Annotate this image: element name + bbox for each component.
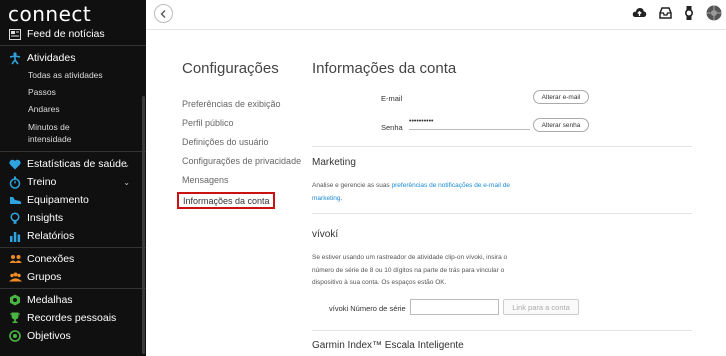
sidebar-item-feed[interactable]: Feed de notícias bbox=[8, 25, 140, 43]
sidebar-item-goals[interactable]: Objetivos bbox=[8, 327, 140, 345]
sidebar-divider bbox=[0, 45, 146, 46]
sidebar-item-personal-records[interactable]: Recordes pessoais bbox=[8, 309, 140, 327]
sidebar-item-label: Treino bbox=[27, 176, 57, 188]
people-icon bbox=[8, 252, 22, 266]
settings-title: Configurações bbox=[182, 60, 279, 77]
link-to-account-button[interactable]: Link para a conta bbox=[503, 299, 579, 315]
sidebar-item-label: Grupos bbox=[27, 271, 62, 283]
serial-number-label: vívoki Número de série bbox=[329, 304, 406, 313]
marketing-text: Analise e gerencie as suas preferências … bbox=[312, 180, 527, 205]
inbox-icon[interactable] bbox=[659, 7, 672, 19]
sidebar-divider bbox=[0, 247, 146, 248]
sidebar-item-label: Estatísticas de saúde bbox=[27, 158, 127, 170]
menu-display-preferences[interactable]: Preferências de exibição bbox=[182, 99, 281, 109]
marketing-text-after: . bbox=[340, 194, 343, 202]
vivoki-text: Se estiver usando um rastreador de ativi… bbox=[312, 254, 508, 286]
menu-messages[interactable]: Mensagens bbox=[182, 175, 229, 185]
watch-icon[interactable] bbox=[684, 6, 694, 20]
stopwatch-icon bbox=[8, 175, 22, 189]
sidebar-item-label: Atividades bbox=[27, 52, 76, 64]
sidebar-item-groups[interactable]: Grupos bbox=[8, 268, 140, 286]
sidebar-item-label: Relatórios bbox=[27, 230, 75, 242]
menu-account-information[interactable]: Informações da conta bbox=[177, 192, 275, 209]
sidebar-item-label: Recordes pessoais bbox=[27, 312, 117, 324]
sidebar-item-label: Objetivos bbox=[27, 330, 71, 342]
heart-icon bbox=[8, 157, 22, 171]
change-password-button[interactable]: Alterar senha bbox=[533, 118, 589, 132]
serial-number-input[interactable] bbox=[410, 299, 499, 315]
sidebar-sub-floors[interactable]: Andares bbox=[28, 103, 60, 115]
sidebar-item-connections[interactable]: Conexões bbox=[8, 250, 140, 268]
sidebar-item-reports[interactable]: Relatórios bbox=[8, 227, 140, 245]
top-icons bbox=[632, 5, 722, 21]
sidebar-sub-all-activities[interactable]: Todas as atividades bbox=[28, 69, 103, 81]
sidebar-item-insights[interactable]: Insights bbox=[8, 209, 140, 227]
password-label: Senha bbox=[381, 123, 403, 132]
menu-public-profile[interactable]: Perfil público bbox=[182, 118, 234, 128]
newspaper-icon bbox=[8, 27, 22, 41]
sidebar-item-label: Insights bbox=[27, 212, 64, 224]
sidebar-item-training[interactable]: Treino ⌄ bbox=[8, 173, 140, 191]
cloud-upload-icon[interactable] bbox=[632, 7, 647, 19]
chevron-left-icon bbox=[160, 9, 166, 18]
trophy-icon bbox=[8, 311, 22, 325]
bar-chart-icon bbox=[8, 229, 22, 243]
shoe-icon bbox=[8, 193, 22, 207]
sidebar-item-health-stats[interactable]: Estatísticas de saúde ⌄ bbox=[8, 155, 140, 173]
change-email-button[interactable]: Alterar e-mail bbox=[533, 90, 589, 104]
group-icon bbox=[8, 270, 22, 284]
top-bar bbox=[146, 0, 726, 30]
sidebar-sub-intensity-minutes[interactable]: Minutos de intensidade bbox=[28, 121, 108, 145]
avatar[interactable] bbox=[706, 5, 722, 21]
sidebar: connect Feed de notícias Atividades Toda… bbox=[0, 0, 146, 356]
vivoki-title: vívokí bbox=[312, 229, 339, 240]
marketing-title: Marketing bbox=[312, 157, 356, 168]
password-field[interactable]: •••••••••• bbox=[409, 118, 530, 130]
sidebar-item-gear[interactable]: Equipamento bbox=[8, 191, 140, 209]
sidebar-item-badges[interactable]: Medalhas bbox=[8, 291, 140, 309]
sidebar-sub-steps[interactable]: Passos bbox=[28, 86, 56, 98]
page-title: Informações da conta bbox=[312, 60, 457, 77]
sidebar-divider bbox=[0, 151, 146, 152]
marketing-text-before: Analise e gerencie as suas bbox=[312, 182, 392, 189]
sidebar-item-label: Conexões bbox=[27, 253, 75, 265]
back-button[interactable] bbox=[154, 4, 173, 23]
app-root: connect Feed de notícias Atividades Toda… bbox=[0, 0, 726, 356]
lightbulb-icon bbox=[8, 211, 22, 225]
chevron-down-icon: ⌄ bbox=[123, 159, 130, 169]
sidebar-scrollbar[interactable] bbox=[142, 96, 145, 354]
running-person-icon bbox=[8, 51, 22, 65]
email-label: E-mail bbox=[381, 94, 403, 103]
sidebar-item-label: Feed de notícias bbox=[27, 28, 105, 40]
garmin-index-title: Garmin Index™ Escala Inteligente bbox=[312, 340, 464, 351]
sidebar-item-label: Medalhas bbox=[27, 294, 73, 306]
sidebar-item-activities[interactable]: Atividades bbox=[8, 49, 140, 67]
section-divider bbox=[312, 330, 692, 331]
target-icon bbox=[8, 329, 22, 343]
menu-user-settings[interactable]: Definições do usuário bbox=[182, 137, 269, 147]
connect-logo[interactable]: connect bbox=[8, 2, 91, 26]
chevron-down-icon: ⌄ bbox=[123, 177, 130, 187]
section-divider bbox=[312, 213, 692, 214]
menu-privacy-settings[interactable]: Configurações de privacidade bbox=[182, 156, 301, 166]
section-divider bbox=[312, 146, 692, 147]
medal-icon bbox=[8, 293, 22, 307]
sidebar-item-label: Equipamento bbox=[27, 194, 89, 206]
sidebar-divider bbox=[0, 288, 146, 289]
